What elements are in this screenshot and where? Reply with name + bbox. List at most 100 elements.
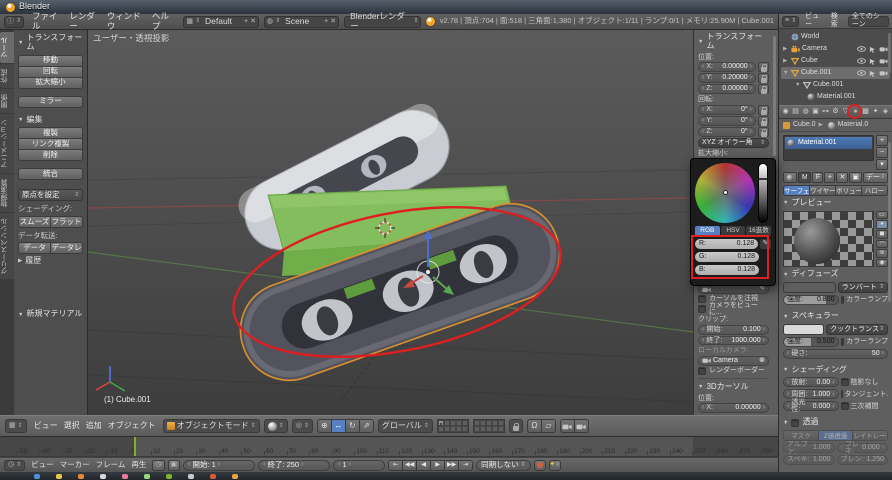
- pivot-dropdown[interactable]: ◎ ⇕: [292, 419, 313, 433]
- blue-field[interactable]: B:0.128: [695, 265, 759, 275]
- timeline-ruler[interactable]: -50-40-30-20-100102030405060708090100110…: [0, 437, 778, 457]
- playback-button[interactable]: ⇥: [458, 460, 473, 471]
- rotation-y-field[interactable]: Y:0°: [698, 116, 756, 126]
- end-frame-field[interactable]: 終了:250: [258, 460, 330, 471]
- cursor-panel-header[interactable]: ▼ 3Dカーソル: [698, 382, 769, 393]
- data-dropdown[interactable]: デー⇕: [863, 172, 888, 183]
- taskbar-app-icon[interactable]: [210, 474, 216, 479]
- material-slot-list[interactable]: Material.001: [783, 135, 874, 161]
- menu-item[interactable]: ヘルプ: [149, 12, 179, 31]
- restrict-toggles[interactable]: [857, 46, 888, 53]
- windows-taskbar[interactable]: [0, 472, 892, 480]
- playback-button[interactable]: ▶: [430, 460, 445, 471]
- diffuse-ramp-checkbox[interactable]: カラーランプ: [841, 296, 889, 304]
- specular-alpha-field[interactable]: スペキ:1.000: [783, 455, 835, 465]
- diffuse-shader-dropdown[interactable]: ランバート⇕: [838, 282, 888, 293]
- fake-user-button[interactable]: F: [812, 172, 823, 183]
- editor-type-button[interactable]: ◷ ⇕: [4, 460, 25, 471]
- tab-object-data-icon[interactable]: ▽: [841, 106, 850, 118]
- join-button[interactable]: 統合: [18, 168, 83, 180]
- taskbar-app-icon[interactable]: [232, 474, 238, 479]
- green-field[interactable]: G:0.128: [695, 252, 759, 262]
- specular-intensity-slider[interactable]: 強度:0.500: [783, 337, 839, 347]
- taskbar-app-icon[interactable]: [100, 474, 106, 479]
- specular-panel-header[interactable]: ▼ スペキュラー: [783, 311, 888, 322]
- tab-particles-icon[interactable]: ✦: [871, 106, 880, 118]
- alpha-field[interactable]: アルファ:1.000: [783, 443, 835, 453]
- opengl-render-image-button[interactable]: [560, 419, 575, 433]
- preview-monkey-button[interactable]: ◠: [876, 240, 888, 249]
- shading-panel-header[interactable]: ▼ シェーディング: [783, 365, 888, 376]
- current-frame-field[interactable]: 1: [333, 460, 385, 471]
- manipulator-axis-button[interactable]: ⊕: [317, 419, 332, 433]
- preview-sphere-button[interactable]: ●: [876, 220, 888, 229]
- shelf-tab-create[interactable]: 作成: [0, 64, 14, 88]
- lock-camera-checkbox[interactable]: カメラをビューに...: [698, 304, 769, 314]
- tab-world-icon[interactable]: ◍: [801, 106, 810, 118]
- preview-flat-button[interactable]: ▭: [876, 211, 888, 220]
- taskbar-app-icon[interactable]: [122, 474, 128, 479]
- cubic-checkbox[interactable]: 三次補間: [841, 402, 889, 410]
- tab-physics-icon[interactable]: ◈: [881, 106, 890, 118]
- lock-icon[interactable]: [758, 73, 769, 83]
- editor-type-button[interactable]: ▦ ⇕: [5, 419, 27, 433]
- hex-tab[interactable]: 16進数: [746, 226, 771, 236]
- scale-button[interactable]: 拡大縮小: [18, 77, 83, 89]
- unlink-material-button[interactable]: ✕: [836, 172, 848, 183]
- editor-type-button[interactable]: ⓘ ⇕: [4, 16, 24, 28]
- diffuse-intensity-slider[interactable]: 強度:0.800: [783, 295, 839, 305]
- manipulator-scale-button[interactable]: ⇗: [359, 419, 374, 433]
- screen-layout-selector[interactable]: ▦ ⇕ Default + ✕: [183, 16, 259, 28]
- data-layout-transfer-button[interactable]: データレ: [50, 242, 83, 254]
- rotation-mode-dropdown[interactable]: XYZ オイラー角⇕: [698, 138, 769, 148]
- menu-item[interactable]: ファイル: [29, 12, 66, 31]
- material-name-input[interactable]: [798, 172, 811, 183]
- restrict-toggles[interactable]: [857, 70, 888, 77]
- blend-field[interactable]: ブレン:1.250: [837, 455, 889, 465]
- tab-scene-icon[interactable]: ▤: [791, 106, 800, 118]
- use-preview-range-button[interactable]: ◷: [152, 460, 164, 471]
- outliner-filter-dropdown[interactable]: 全てのシーン: [848, 16, 889, 27]
- orientation-dropdown[interactable]: グローバル ⇕: [378, 419, 433, 433]
- viewport-menu-item[interactable]: 選択: [61, 422, 83, 431]
- cursor-x-field[interactable]: X:0.00000: [698, 403, 769, 413]
- tab-render-icon[interactable]: ◉: [781, 106, 790, 118]
- taskbar-app-icon[interactable]: [34, 474, 40, 479]
- timeline-menu-item[interactable]: フレーム: [93, 461, 129, 469]
- menu-item[interactable]: ウィンドウ: [104, 12, 149, 31]
- nodes-button[interactable]: ▣: [849, 172, 862, 183]
- playback-button[interactable]: ⇤: [388, 460, 403, 471]
- close-scene-icon[interactable]: ✕: [330, 18, 336, 26]
- breadcrumb-object[interactable]: Cube.0: [793, 121, 816, 129]
- specular-ramp-checkbox[interactable]: カラーランプ: [841, 338, 889, 346]
- opengl-render-anim-button[interactable]: [574, 419, 589, 433]
- eyedropper-icon[interactable]: ✎: [760, 239, 771, 249]
- tab-texture-icon[interactable]: ▩: [861, 106, 870, 118]
- material-slot-active[interactable]: Material.001: [785, 137, 872, 149]
- transparency-panel-header[interactable]: ▼ 透過: [783, 417, 888, 428]
- sync-dropdown[interactable]: 同期しない⇕: [476, 460, 531, 471]
- outliner-view-menu[interactable]: ビュー: [802, 13, 825, 28]
- remove-slot-button[interactable]: −: [876, 147, 888, 158]
- playback-button[interactable]: ◀◀: [402, 460, 417, 471]
- tangent-checkbox[interactable]: タンジェント..: [841, 390, 889, 398]
- outliner-item-cube001[interactable]: ▼ Cube.001: [781, 67, 890, 79]
- edit-panel-header[interactable]: ▼ 編集: [18, 115, 83, 126]
- taskbar-app-icon[interactable]: [56, 474, 62, 479]
- location-z-field[interactable]: Z:0.00000: [698, 84, 756, 94]
- rotation-z-field[interactable]: Z:0°: [698, 127, 756, 137]
- layers-grid-2[interactable]: [473, 419, 505, 433]
- lock-to-scene-button[interactable]: [509, 419, 523, 433]
- tab-material-icon[interactable]: ●: [851, 106, 860, 118]
- timeline-menu-item[interactable]: マーカー: [57, 461, 93, 469]
- add-layout-icon[interactable]: +: [244, 18, 248, 26]
- playback-button[interactable]: ◀: [416, 460, 431, 471]
- preview-cube-button[interactable]: ◼: [876, 230, 888, 239]
- outliner-item-cube001-data[interactable]: ▼ Cube.001: [781, 79, 890, 91]
- lock-icon[interactable]: [758, 105, 769, 115]
- fresnel-field[interactable]: フレネ:0.000: [837, 443, 889, 453]
- outliner-item-world[interactable]: World: [781, 31, 890, 43]
- flat-button[interactable]: フラット: [50, 216, 83, 228]
- start-frame-field[interactable]: 開始:1: [183, 460, 255, 471]
- layers-grid-1[interactable]: [437, 419, 469, 433]
